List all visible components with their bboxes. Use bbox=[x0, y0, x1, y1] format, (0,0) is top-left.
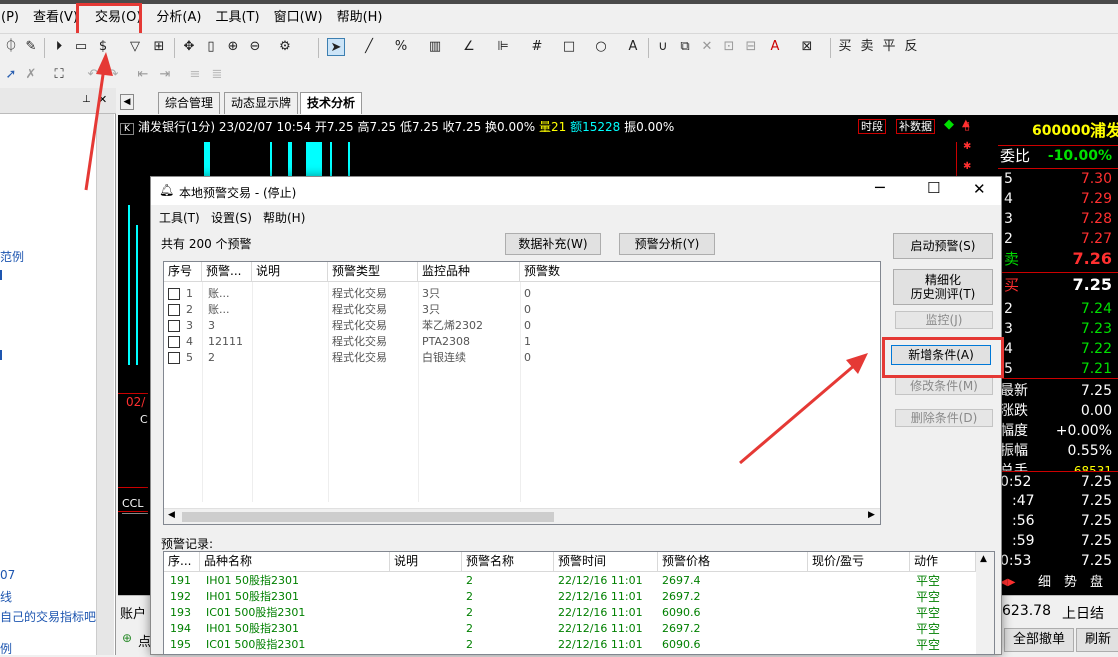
annotation-arrows bbox=[84, 52, 868, 465]
arrow-to-add-condition bbox=[739, 353, 868, 465]
arrow-to-trade-menu bbox=[84, 52, 113, 191]
